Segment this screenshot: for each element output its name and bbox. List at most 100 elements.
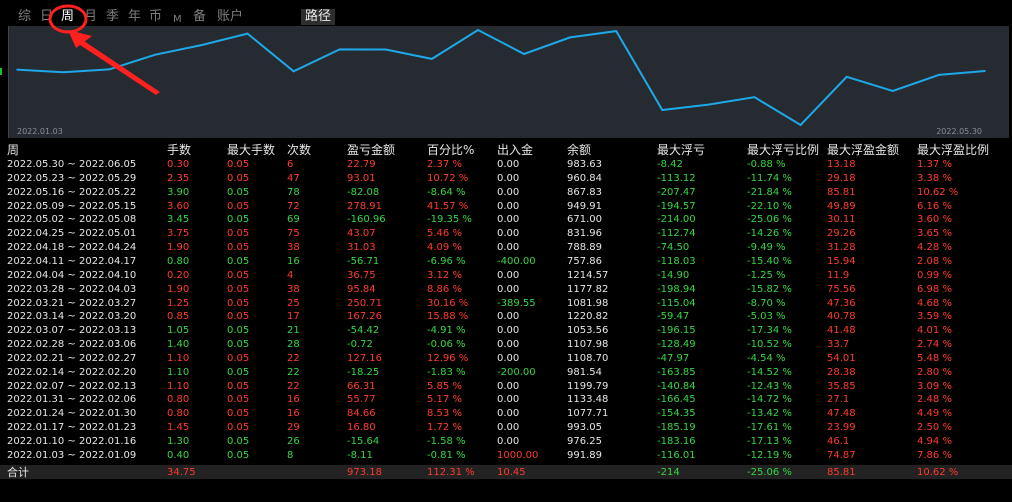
column-header[interactable]: 周 (7, 142, 19, 158)
table-row[interactable]: 2022.03.28 ~ 2022.04.03 1.90 0.05 38 95.84 8.… (0, 283, 1000, 296)
table-row[interactable]: 2022.03.21 ~ 2022.03.27 1.25 0.05 25 250.71 3… (0, 297, 1000, 310)
column-header[interactable]: 最大浮盈比例 (917, 142, 989, 158)
table-row[interactable]: 2022.04.25 ~ 2022.05.01 3.75 0.05 75 43.07 5.… (0, 227, 1000, 240)
tab-year[interactable]: 年 (128, 9, 141, 25)
table-cell: 0.80 (167, 394, 190, 406)
table-row[interactable]: 2022.01.31 ~ 2022.02.06 0.80 0.05 16 55.77 5.… (0, 393, 1000, 406)
tab-day[interactable]: 日 (40, 9, 53, 25)
table-cell: 54.01 (827, 352, 856, 364)
table-cell: -13.42 % (747, 408, 792, 420)
green-marker (0, 68, 2, 75)
tab-quarter[interactable]: 季 (106, 9, 119, 25)
table-cell: 0.00 (497, 408, 520, 420)
table-cell: 2022.01.10 ~ 2022.01.16 (7, 436, 137, 447)
table-row[interactable]: 2022.05.02 ~ 2022.05.08 3.45 0.05 69 -160.96… (0, 213, 1000, 226)
table-row[interactable]: 2022.01.17 ~ 2022.01.23 1.45 0.05 29 16.80 1.… (0, 421, 1000, 434)
table-cell: -82.08 (347, 186, 380, 198)
table-cell: 27.1 (827, 394, 850, 406)
table-row[interactable]: 2022.03.07 ~ 2022.03.13 1.05 0.05 21 -54.42 -… (0, 324, 1000, 337)
table-cell: 3.75 (167, 228, 190, 240)
table-cell: 1199.79 (567, 380, 609, 392)
table-cell: 0.05 (227, 186, 250, 198)
table-cell: 2022.04.11 ~ 2022.04.17 (7, 255, 137, 267)
column-header[interactable]: 最大浮亏 (657, 142, 705, 158)
table-row[interactable]: 2022.05.09 ~ 2022.05.15 3.60 0.05 72 278.91 4… (0, 200, 1000, 213)
column-header[interactable]: 出入金 (497, 142, 533, 158)
table-row[interactable]: 2022.05.16 ~ 2022.05.22 3.90 0.05 78 -82.08 -… (0, 186, 1000, 199)
table-cell: 8.53 % (427, 408, 462, 420)
tab-summary[interactable]: 综 (18, 9, 31, 25)
table-cell: 831.96 (567, 228, 602, 240)
table-cell: -0.81 % (427, 449, 466, 461)
column-header[interactable]: 最大浮盈金额 (827, 142, 899, 158)
column-header[interactable]: 百分比% (427, 142, 474, 158)
table-cell: 788.89 (567, 242, 602, 254)
table-row[interactable]: 2022.02.21 ~ 2022.02.27 1.10 0.05 22 127.16 1… (0, 352, 1000, 365)
table-row[interactable]: 2022.04.04 ~ 2022.04.10 0.20 0.05 4 36.75 3.1… (0, 269, 1000, 282)
table-cell: -14.72 % (747, 394, 792, 406)
column-header[interactable]: 盈亏金额 (347, 142, 395, 158)
balance-point (384, 48, 387, 51)
balance-point (62, 71, 64, 74)
table-cell: 981.54 (567, 366, 602, 378)
table-cell: 127.16 (347, 352, 382, 364)
table-row[interactable]: 2022.02.28 ~ 2022.03.06 1.40 0.05 28 -0.72 -0… (0, 338, 1000, 351)
column-header[interactable]: 最大浮亏比例 (747, 142, 819, 158)
table-cell: -19.35 % (427, 214, 472, 226)
table-cell: 22 (287, 352, 300, 364)
table-cell: 671.00 (567, 214, 602, 226)
table-row[interactable]: 2022.02.14 ~ 2022.02.20 1.10 0.05 22 -18.25 -… (0, 366, 1000, 379)
table-cell: 10.62 % (917, 186, 959, 198)
table-cell: 0.80 (167, 408, 190, 420)
table-cell: -8.70 % (747, 297, 786, 309)
table-cell: 8.86 % (427, 283, 462, 295)
table-row[interactable]: 2022.02.07 ~ 2022.02.13 1.10 0.05 22 66.31 5.… (0, 380, 1000, 393)
table-row[interactable]: 2022.01.03 ~ 2022.01.09 0.40 0.05 8 -8.11 -0.… (0, 449, 1000, 462)
table-cell: 1107.98 (567, 339, 609, 351)
table-cell: -9.49 % (747, 242, 786, 254)
table-row[interactable]: 2022.04.11 ~ 2022.04.17 0.80 0.05 16 -56.71 -… (0, 255, 1000, 268)
total-row: 合计 34.75 973.18 112.31 % 10.45 -214 -25.06 % 85… (0, 466, 1000, 479)
tab-note[interactable]: 备 (193, 9, 206, 25)
table-row[interactable]: 2022.01.24 ~ 2022.01.30 0.80 0.05 16 84.66 8.… (0, 407, 1000, 420)
tab-currency[interactable]: 币 (149, 9, 162, 25)
table-cell: 29.18 (827, 172, 856, 184)
table-row[interactable]: 2022.04.18 ~ 2022.04.24 1.90 0.05 38 31.03 4.… (0, 241, 1000, 254)
table-cell: 2.08 % (917, 255, 952, 267)
table-cell: 33.7 (827, 339, 850, 351)
balance-point (661, 109, 664, 111)
table-cell: 0.05 (227, 311, 250, 323)
table-cell: 66.31 (347, 380, 376, 392)
table-cell: 2022.05.09 ~ 2022.05.15 (7, 200, 137, 212)
table-cell: -200.00 (497, 366, 536, 378)
table-cell: -207.47 (657, 186, 696, 198)
table-row[interactable]: 2022.05.30 ~ 2022.06.05 0.30 0.05 6 22.79 2.3… (0, 158, 1000, 171)
path-button[interactable]: 路径 (301, 9, 335, 25)
table-row[interactable]: 2022.05.23 ~ 2022.05.29 2.35 0.05 47 93.01 10… (0, 172, 1000, 185)
table-cell: 12.96 % (427, 352, 469, 364)
table-cell: -194.57 (657, 200, 696, 212)
table-header: 周 手数 最大手数 次数 盈亏金额 百分比% 出入金 余额 最大浮亏 最大浮亏比例 最大浮盈金额 最大… (0, 142, 1000, 158)
column-header[interactable]: 最大手数 (227, 142, 275, 158)
tab-account[interactable]: 账户 (217, 9, 243, 25)
table-row[interactable]: 2022.01.10 ~ 2022.01.16 1.30 0.05 26 -15.64 -… (0, 435, 1000, 448)
table-cell: 35.85 (827, 380, 856, 392)
column-header[interactable]: 手数 (167, 142, 191, 158)
total-cell: 34.75 (167, 467, 196, 478)
table-cell: 2022.03.14 ~ 2022.03.20 (7, 311, 137, 323)
column-header[interactable]: 余额 (567, 142, 591, 158)
table-cell: 75 (287, 228, 300, 240)
tab-week[interactable]: 周 (61, 9, 74, 25)
column-header[interactable]: 次数 (287, 142, 311, 158)
table-cell: 0.00 (497, 186, 520, 198)
table-row[interactable]: 2022.03.14 ~ 2022.03.20 0.85 0.05 17 167.26 1… (0, 310, 1000, 323)
table-cell: 2022.02.07 ~ 2022.02.13 (7, 380, 137, 392)
table-cell: -4.54 % (747, 352, 786, 364)
tab-month[interactable]: 月 (84, 9, 97, 25)
table-cell: 21 (287, 325, 300, 337)
total-cell: -214 (657, 467, 680, 478)
table-cell: 22 (287, 366, 300, 378)
table-cell: 2022.01.03 ~ 2022.01.09 (7, 449, 137, 461)
table-cell: 17 (287, 311, 300, 323)
table-cell: -154.35 (657, 408, 696, 420)
